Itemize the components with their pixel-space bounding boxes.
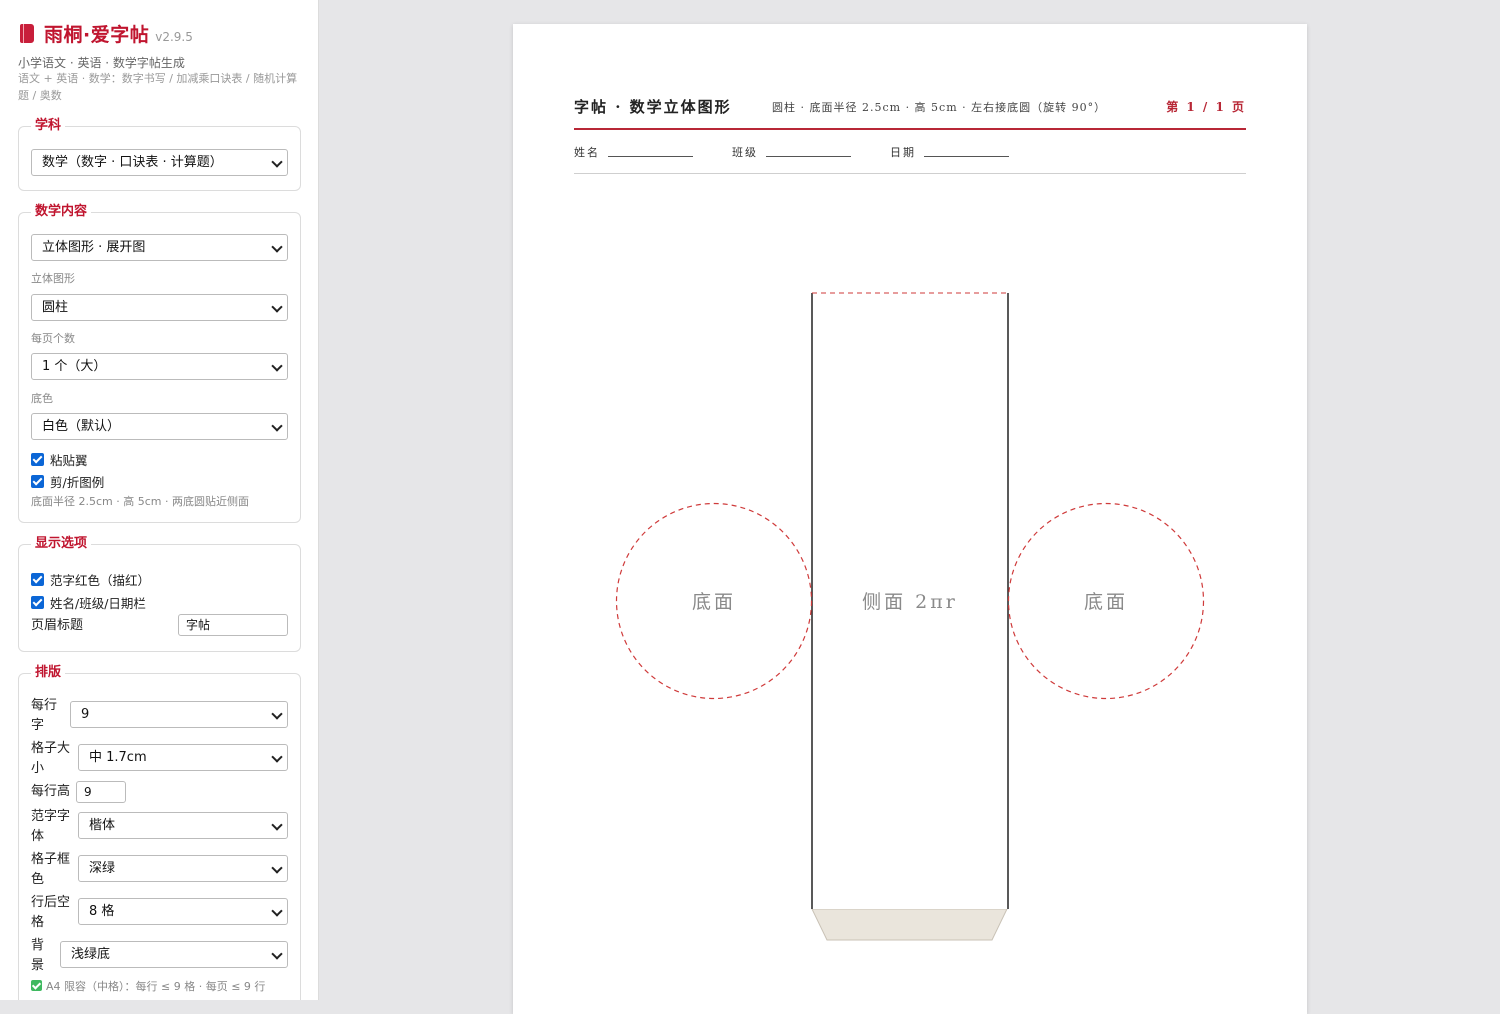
checkbox-checked-icon[interactable]: [31, 475, 44, 488]
background-label: 背景: [31, 938, 45, 973]
cell-size-select[interactable]: 中 1.7cm: [78, 744, 288, 771]
red-trace-label: 范字红色（描红）: [50, 573, 151, 588]
left-base-label: 底面: [692, 591, 736, 613]
font-label: 范字字体: [31, 809, 71, 844]
shape-select[interactable]: 圆柱: [31, 294, 288, 321]
cut-fold-checkbox[interactable]: 剪/折图例: [31, 472, 104, 491]
name-bar-checkbox[interactable]: 姓名/班级/日期栏: [31, 593, 146, 612]
grid-color-select[interactable]: 深绿: [78, 855, 288, 882]
layout-panel: 排版 每行字 9 格子大小 中 1.7cm 每行高 9 范字字体 楷体 格子框色…: [18, 665, 301, 1000]
subject-select-value: 数学（数字 · 口诀表 · 计算题）: [42, 155, 223, 170]
chevron-down-icon: [271, 360, 283, 372]
worksheet-preview: 字帖 · 数学立体图形 圆柱 · 底面半径 2.5cm · 高 5cm · 左右…: [513, 24, 1307, 1014]
capacity-note: A4 限容（中格）：每行 ≤ 9 格 · 每页 ≤ 9 行: [31, 978, 265, 994]
row-height-input[interactable]: 9: [76, 781, 126, 803]
chevron-down-icon: [271, 948, 283, 960]
cylinder-net: 侧面 2πr 底面 底面: [615, 292, 1205, 941]
blank-cells-select[interactable]: 8 格: [78, 898, 288, 925]
red-trace-checkbox[interactable]: 范字红色（描红）: [31, 570, 150, 589]
bg-color-value: 白色（默认）: [42, 419, 121, 434]
chevron-down-icon: [271, 420, 283, 432]
chevron-down-icon: [271, 905, 283, 917]
settings-sidebar: 雨桐·爱字帖 v2.9.5 小学语文 · 英语 · 数学字帖生成 语文 + 英语…: [0, 0, 319, 1000]
book-icon: [20, 24, 34, 43]
background-select[interactable]: 浅绿底: [60, 941, 288, 968]
shape-hint: 底面半径 2.5cm · 高 5cm · 两底圆贴近侧面: [31, 495, 249, 508]
chars-per-row-label: 每行字: [31, 698, 58, 733]
font-select[interactable]: 楷体: [78, 812, 288, 839]
cell-size-label: 格子大小: [31, 741, 71, 776]
blank-cells-value: 8 格: [89, 904, 115, 919]
capacity-note-text: A4 限容（中格）：每行 ≤ 9 格 · 每页 ≤ 9 行: [46, 980, 266, 993]
subject-select[interactable]: 数学（数字 · 口诀表 · 计算题）: [31, 149, 288, 176]
checkbox-checked-icon[interactable]: [31, 573, 44, 586]
bg-color-select[interactable]: 白色（默认）: [31, 413, 288, 440]
chevron-down-icon: [271, 708, 283, 720]
font-value: 楷体: [89, 818, 116, 833]
header-title-input[interactable]: 字帖: [178, 614, 288, 636]
chevron-down-icon: [271, 156, 283, 168]
glue-tab-label: 粘贴翼: [50, 453, 88, 468]
checkbox-checked-icon[interactable]: [31, 596, 44, 609]
row-height-label: 每行高: [31, 784, 71, 799]
panel-title-display: 显示选项: [31, 536, 92, 552]
side-face-label: 侧面 2πr: [862, 591, 958, 613]
shape-label: 立体图形: [31, 272, 75, 285]
math-content-value: 立体图形 · 展开图: [42, 240, 146, 255]
panel-title-layout: 排版: [31, 665, 66, 681]
app-description: 语文 + 英语 · 数学：数字书写 / 加减乘口诀表 / 随机计算题 / 奥数: [18, 72, 298, 102]
per-page-select[interactable]: 1 个（大）: [31, 353, 288, 380]
background-value: 浅绿底: [71, 947, 111, 962]
header-title-label: 页眉标题: [31, 618, 84, 633]
per-page-value: 1 个（大）: [42, 359, 107, 374]
chevron-down-icon: [271, 301, 283, 313]
math-content-select[interactable]: 立体图形 · 展开图: [31, 234, 288, 261]
panel-title-math: 数学内容: [31, 204, 92, 220]
subject-panel: 学科 数学（数字 · 口诀表 · 计算题）: [18, 118, 301, 191]
chevron-down-icon: [271, 819, 283, 831]
chars-per-row-select[interactable]: 9: [70, 701, 288, 728]
app-subtitle: 小学语文 · 英语 · 数学字帖生成: [18, 56, 185, 70]
grid-color-value: 深绿: [89, 861, 116, 876]
chevron-down-icon: [271, 862, 283, 874]
cut-fold-label: 剪/折图例: [50, 475, 105, 490]
math-content-panel: 数学内容 立体图形 · 展开图 立体图形 圆柱 每页个数 1 个（大） 底色 白…: [18, 204, 301, 523]
name-bar-label: 姓名/班级/日期栏: [50, 596, 146, 611]
chevron-down-icon: [271, 751, 283, 763]
display-options-panel: 显示选项 范字红色（描红） 姓名/班级/日期栏 页眉标题 字帖: [18, 536, 301, 652]
app-title: 雨桐·爱字帖 v2.9.5: [20, 20, 193, 47]
right-base-label: 底面: [1084, 591, 1128, 613]
app-name: 雨桐·爱字帖: [44, 24, 150, 46]
cell-size-value: 中 1.7cm: [89, 750, 147, 765]
glue-tab-checkbox[interactable]: 粘贴翼: [31, 450, 88, 469]
bg-color-label: 底色: [31, 392, 53, 405]
blank-cells-label: 行后空格: [31, 895, 71, 930]
app-version: v2.9.5: [155, 30, 193, 44]
grid-color-label: 格子框色: [31, 852, 71, 887]
glue-tab: [811, 908, 1008, 941]
chars-per-row-value: 9: [81, 707, 90, 722]
per-page-label: 每页个数: [31, 332, 75, 345]
check-icon: [31, 980, 42, 991]
checkbox-checked-icon[interactable]: [31, 453, 44, 466]
shape-select-value: 圆柱: [42, 300, 69, 315]
panel-title-subject: 学科: [31, 118, 66, 134]
chevron-down-icon: [271, 241, 283, 253]
